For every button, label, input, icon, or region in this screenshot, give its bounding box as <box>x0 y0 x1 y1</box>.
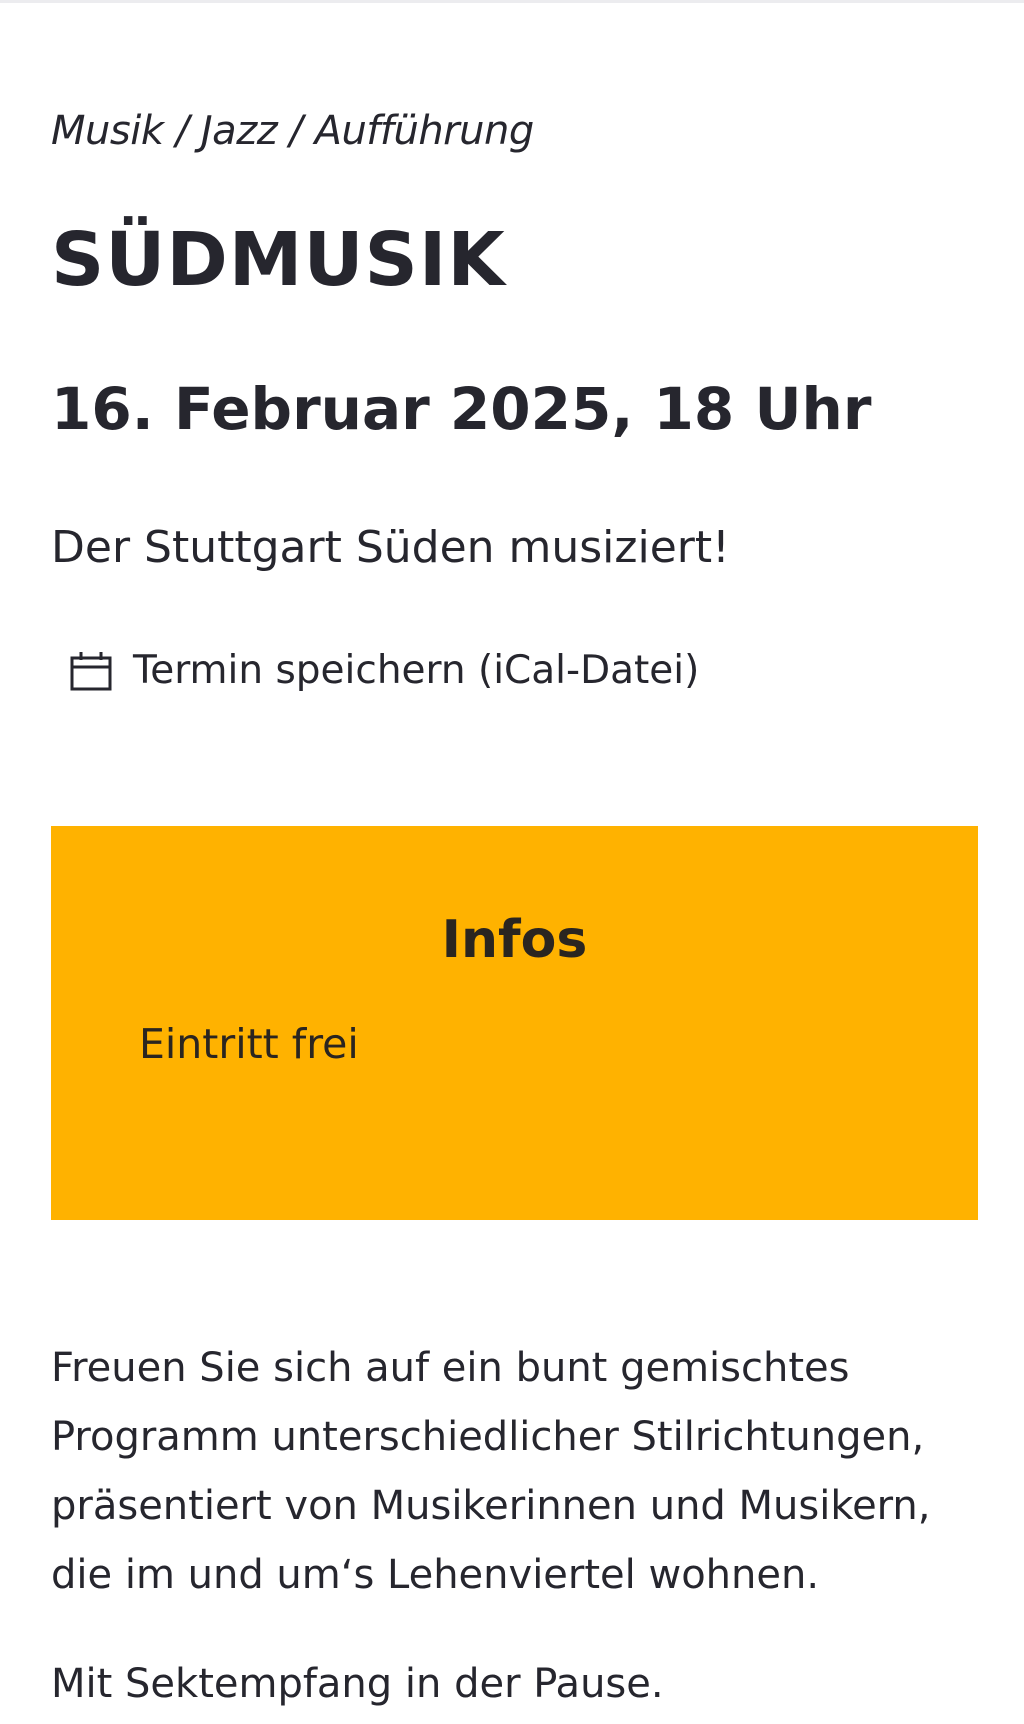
calendar-icon <box>69 649 113 693</box>
description-paragraph-2: Mit Sektempfang in der Pause. <box>51 1661 664 1707</box>
info-text: Eintritt frei <box>139 1020 359 1068</box>
top-divider <box>0 0 1024 3</box>
save-date-label: Termin speichern (iCal-Datei) <box>133 648 700 693</box>
event-category: Musik / Jazz / Aufführung <box>51 108 534 154</box>
event-date: 16. Februar 2025, 18 Uhr <box>51 375 872 443</box>
save-date-link[interactable]: Termin speichern (iCal-Datei) <box>69 648 699 693</box>
description-paragraph: Freuen Sie sich auf ein bunt gemischtes … <box>51 1345 931 1598</box>
info-heading: Infos <box>441 910 588 970</box>
event-title: SÜDMUSIK <box>51 217 506 303</box>
event-subtitle: Der Stuttgart Süden musiziert! <box>51 522 730 573</box>
